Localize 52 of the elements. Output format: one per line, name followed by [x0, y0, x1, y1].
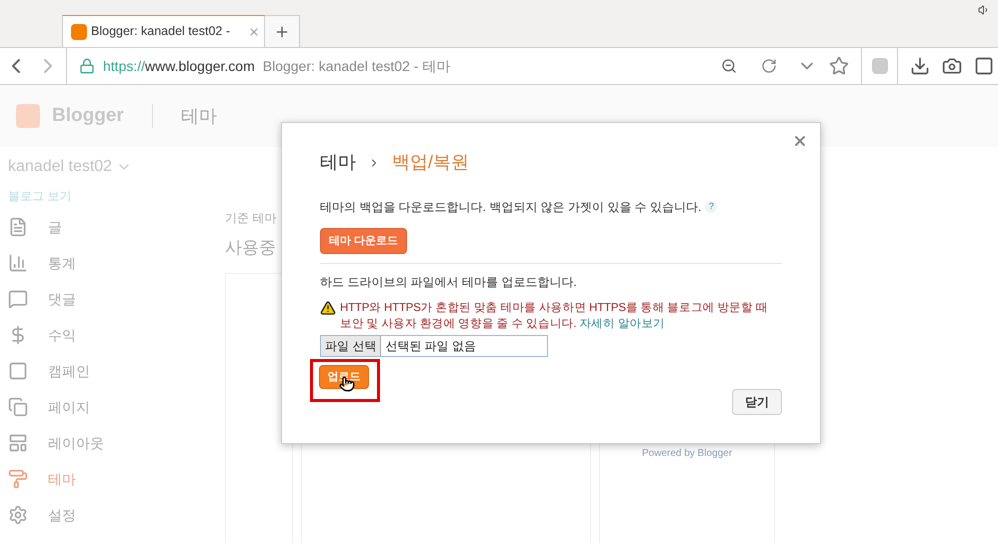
file-input[interactable]: 파일 선택 선택된 파일 없음	[320, 335, 548, 357]
sidebar-item[interactable]: 페이지	[8, 389, 215, 425]
view-blog-link[interactable]: 블로그 보기	[8, 187, 215, 205]
page-title: Blogger: kanadel test02 - 테마	[262, 56, 450, 76]
blog-name[interactable]: kanadel test02	[8, 155, 112, 179]
sidebar-toggle-icon[interactable]	[974, 56, 994, 76]
close-icon[interactable]	[248, 26, 260, 38]
zoom-out-icon[interactable]	[721, 58, 737, 74]
sidebar-item[interactable]: 댓글	[8, 281, 215, 317]
plus-icon	[274, 24, 290, 40]
breadcrumb-current: 백업/복원	[392, 151, 470, 174]
blogger-logo-icon	[16, 104, 40, 128]
pages-icon	[8, 397, 28, 417]
warning-icon	[320, 300, 336, 316]
help-link[interactable]: ?	[705, 201, 718, 213]
sidebar-item[interactable]: 글	[8, 209, 215, 245]
card-footer: Powered by Blogger	[600, 446, 774, 460]
header-section: 테마	[180, 102, 217, 130]
choose-file-button[interactable]: 파일 선택	[321, 336, 382, 356]
sidebar-item[interactable]: 통계	[8, 245, 215, 281]
url-text[interactable]: https://www.blogger.com	[103, 56, 255, 76]
download-icon[interactable]	[910, 56, 930, 76]
sidebar-item[interactable]: 캠페인	[8, 353, 215, 389]
sidebar-item[interactable]: 설정	[8, 497, 215, 533]
download-description: 테마의 백업을 다운로드합니다. 백업되지 않은 가젯이 있을 수 있습니다.	[320, 199, 702, 216]
upload-description: 하드 드라이브의 파일에서 테마를 업로드합니다.	[320, 274, 578, 291]
download-theme-button[interactable]: 테마 다운로드	[320, 228, 408, 254]
sidebar-item[interactable]: 테마	[8, 461, 215, 497]
settings-icon	[8, 505, 28, 525]
camera-icon[interactable]	[942, 56, 962, 76]
paint-roller-icon	[8, 469, 28, 489]
learn-more-link[interactable]: 자세히 알아보기	[579, 318, 665, 330]
tab-title: Blogger: kanadel test02 -	[91, 23, 231, 40]
close-button[interactable]	[792, 133, 808, 149]
lock-icon	[79, 58, 95, 74]
speech-bubble-icon	[8, 289, 28, 309]
sidebar-item[interactable]: 레이아웃	[8, 425, 215, 461]
browser-tab[interactable]: Blogger: kanadel test02 -	[62, 15, 265, 47]
sidebar-item[interactable]: 수익	[8, 317, 215, 353]
bar-chart-icon	[8, 253, 28, 273]
breadcrumb-parent[interactable]: 테마	[320, 149, 356, 176]
blogger-favicon-icon	[71, 24, 87, 40]
layout-icon	[8, 433, 28, 453]
close-dialog-button[interactable]: 닫기	[732, 389, 782, 415]
heading: 사용중	[225, 237, 276, 259]
speaker-icon	[978, 4, 990, 16]
warning-text: HTTP와 HTTPS가 혼합된 맞춤 테마를 사용하면 HTTPS를 통해 블로그에 방문할 때 보안 및 사용자 환경에 영향을 줄 수 있습니다. 자세히 알아보기	[340, 301, 769, 332]
file-status: 선택된 파일 없음	[385, 338, 476, 355]
subtitle: 기준 테마	[225, 210, 276, 227]
posts-icon	[8, 217, 28, 237]
reload-icon[interactable]	[761, 58, 777, 74]
star-icon[interactable]	[829, 56, 849, 76]
